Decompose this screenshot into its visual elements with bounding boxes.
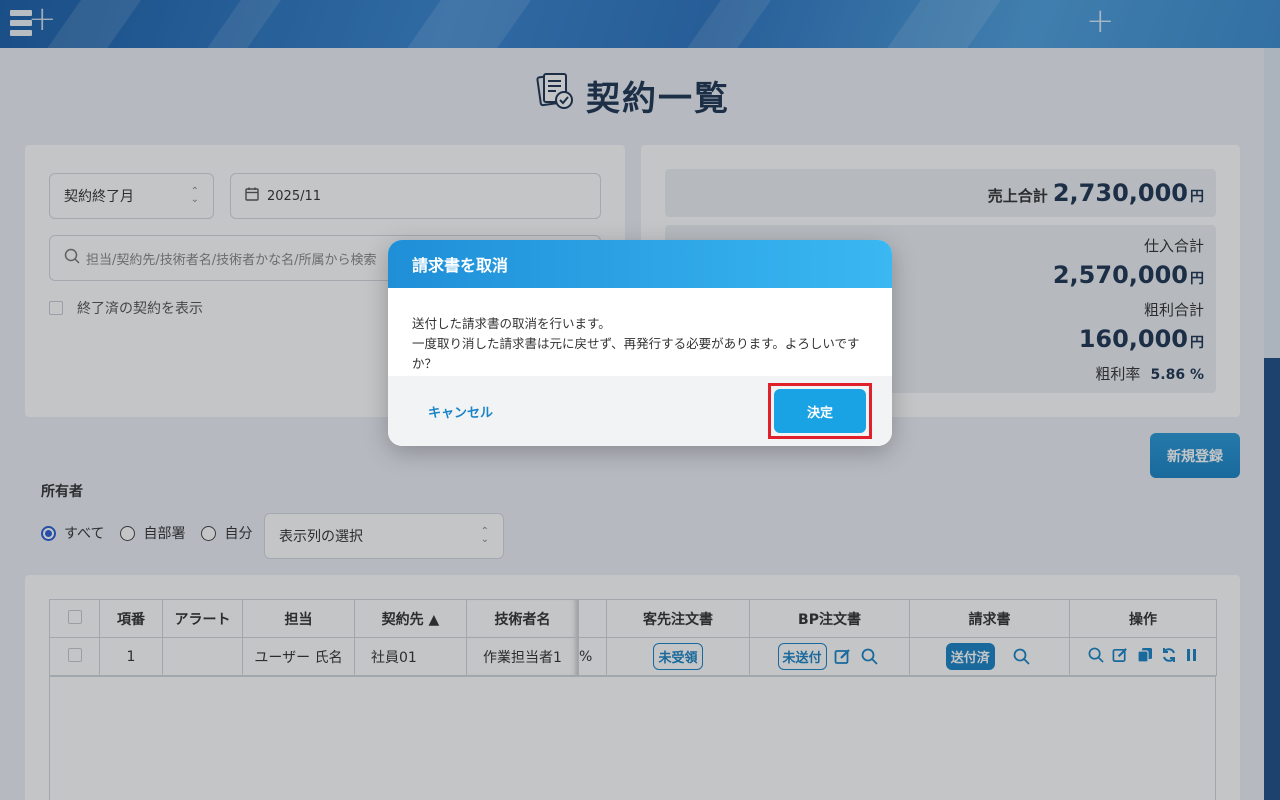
dialog-message: 送付した請求書の取消を行います。 一度取り消した請求書は元に戻せず、再発行する必… bbox=[388, 288, 892, 376]
cancel-button[interactable]: キャンセル bbox=[428, 402, 493, 421]
dialog-footer: キャンセル 決定 bbox=[388, 376, 892, 446]
dialog-message-line1: 送付した請求書の取消を行います。 bbox=[412, 316, 611, 331]
dialog-title: 請求書を取消 bbox=[388, 240, 892, 288]
confirm-highlight: 決定 bbox=[768, 383, 872, 439]
cancel-invoice-dialog: 請求書を取消 送付した請求書の取消を行います。 一度取り消した請求書は元に戻せず… bbox=[388, 240, 892, 446]
dialog-message-line2: 一度取り消した請求書は元に戻せず、再発行する必要があります。よろしいですか？ bbox=[412, 336, 860, 371]
confirm-button[interactable]: 決定 bbox=[774, 389, 866, 433]
